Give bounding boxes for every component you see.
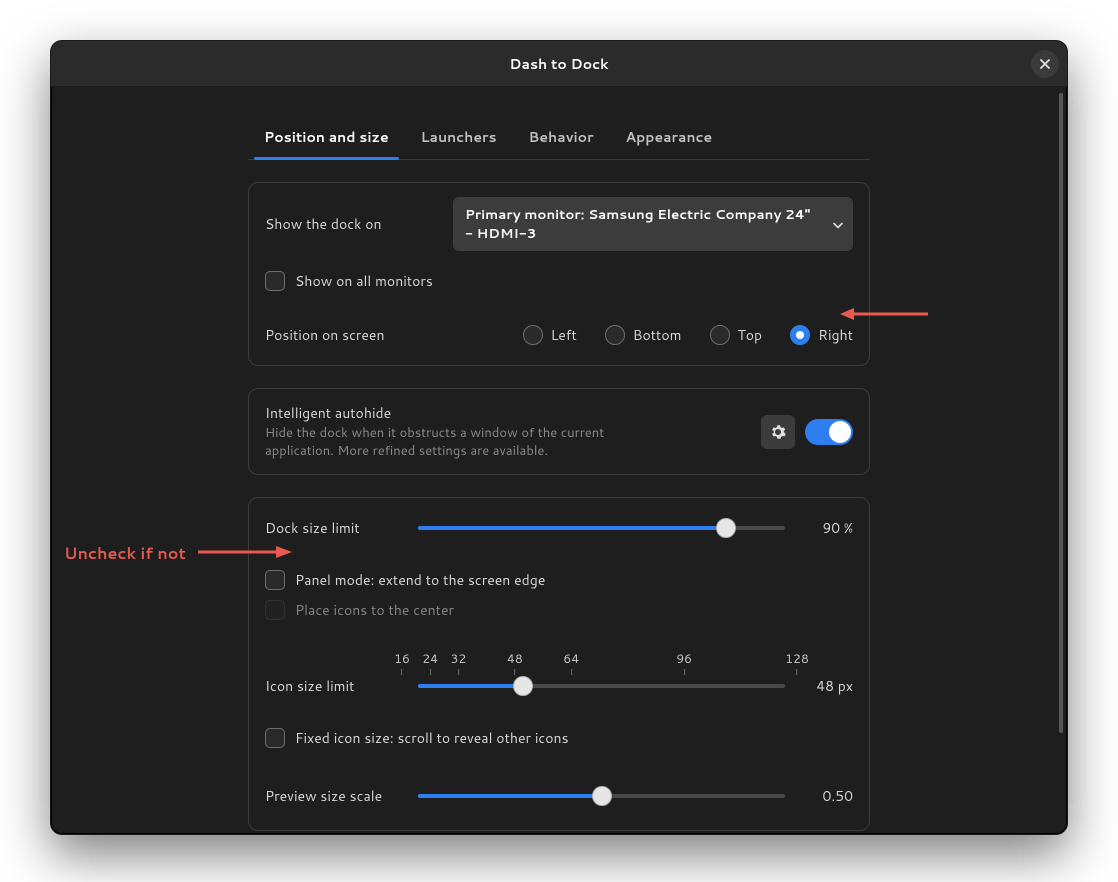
- position-radio-group: Left Bottom Top Right: [523, 325, 853, 345]
- preview-scale-slider[interactable]: [418, 784, 785, 808]
- chevron-down-icon: [833, 215, 843, 234]
- position-on-screen-label: Position on screen: [265, 325, 385, 345]
- icon-size-slider[interactable]: [418, 674, 785, 698]
- settings-window: Dash to Dock Position and size Launchers…: [50, 40, 1068, 835]
- autohide-desc: Hide the dock when it obstructs a window…: [265, 425, 625, 460]
- panel-mode-label: Panel mode: extend to the screen edge: [295, 570, 545, 590]
- titlebar: Dash to Dock: [51, 41, 1067, 87]
- panel-dock-position: Show the dock on Primary monitor: Samsun…: [248, 182, 870, 366]
- icon-size-value: 48 px: [803, 676, 853, 696]
- tab-position-size[interactable]: Position and size: [248, 117, 405, 159]
- autohide-toggle[interactable]: [805, 419, 853, 445]
- scrollbar-thumb[interactable]: [1059, 93, 1063, 733]
- annotation-arrow-uncheck: [198, 542, 294, 562]
- dock-size-slider[interactable]: [418, 516, 785, 540]
- panel-mode-checkbox[interactable]: [265, 570, 285, 590]
- center-icons-checkbox: [265, 600, 285, 620]
- show-all-monitors-label: Show on all monitors: [295, 271, 433, 291]
- dock-size-value: 90 %: [803, 518, 853, 538]
- tick-48: 48: [507, 650, 523, 675]
- tabs: Position and size Launchers Behavior App…: [248, 117, 870, 160]
- close-button[interactable]: [1031, 50, 1059, 78]
- toggle-knob: [829, 421, 851, 443]
- tick-128: 128: [785, 650, 809, 675]
- icon-size-label: Icon size limit: [265, 676, 400, 696]
- scrollbar[interactable]: [1059, 93, 1063, 830]
- preview-scale-label: Preview size scale: [265, 786, 400, 806]
- monitor-dropdown[interactable]: Primary monitor: Samsung Electric Compan…: [453, 197, 853, 251]
- position-radio-top[interactable]: Top: [710, 325, 763, 345]
- dock-size-label: Dock size limit: [265, 518, 400, 538]
- position-radio-right[interactable]: Right: [790, 325, 853, 345]
- position-radio-left[interactable]: Left: [523, 325, 577, 345]
- tick-96: 96: [676, 650, 692, 675]
- show-dock-on-label: Show the dock on: [265, 214, 382, 234]
- icon-size-ticks: 162432486496128: [402, 650, 797, 674]
- content: Position and size Launchers Behavior App…: [248, 117, 870, 831]
- close-icon: [1040, 59, 1050, 69]
- annotation-uncheck: Uncheck if not: [64, 542, 186, 565]
- content-viewport: Position and size Launchers Behavior App…: [51, 87, 1067, 835]
- panel-size: Dock size limit 90 % Panel mode: extend …: [248, 497, 870, 831]
- panel-autohide: Intelligent autohide Hide the dock when …: [248, 388, 870, 475]
- autohide-title: Intelligent autohide: [265, 403, 625, 423]
- tab-appearance[interactable]: Appearance: [610, 117, 729, 159]
- preview-scale-value: 0.50: [803, 786, 853, 806]
- monitor-dropdown-value: Primary monitor: Samsung Electric Compan…: [465, 205, 810, 243]
- gear-icon: [770, 424, 786, 440]
- tick-24: 24: [422, 650, 438, 675]
- position-radio-bottom[interactable]: Bottom: [605, 325, 682, 345]
- tick-32: 32: [450, 650, 466, 675]
- center-icons-label: Place icons to the center: [295, 600, 454, 620]
- tick-16: 16: [394, 650, 410, 675]
- fixed-icon-checkbox[interactable]: [265, 728, 285, 748]
- tick-64: 64: [563, 650, 579, 675]
- window-title: Dash to Dock: [509, 54, 608, 74]
- show-all-monitors-checkbox[interactable]: [265, 271, 285, 291]
- annotation-arrow-right: [840, 304, 930, 324]
- tab-launchers[interactable]: Launchers: [405, 117, 513, 159]
- autohide-settings-button[interactable]: [761, 415, 795, 449]
- fixed-icon-label: Fixed icon size: scroll to reveal other …: [295, 728, 569, 748]
- tab-behavior[interactable]: Behavior: [513, 117, 610, 159]
